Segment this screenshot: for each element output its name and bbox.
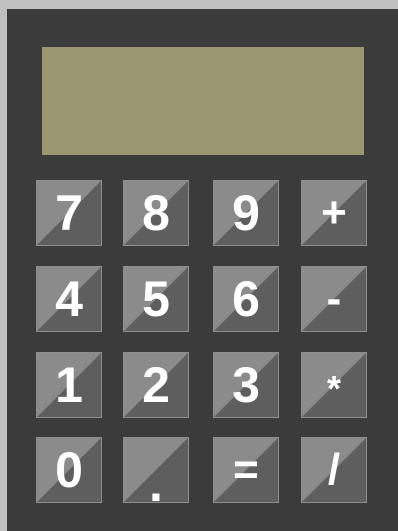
key-multiply-label: *: [326, 368, 341, 409]
key-8-label: 8: [142, 185, 170, 241]
key-decimal[interactable]: .: [123, 437, 189, 509]
key-plus[interactable]: +: [301, 180, 367, 246]
key-9[interactable]: 9: [213, 180, 279, 246]
key-2[interactable]: 2: [123, 352, 189, 418]
calculator-display: [42, 47, 364, 155]
key-9-label: 9: [232, 185, 260, 241]
key-2-label: 2: [142, 357, 170, 413]
key-5[interactable]: 5: [123, 266, 189, 332]
key-minus-label: -: [326, 274, 342, 323]
key-3[interactable]: 3: [213, 352, 279, 418]
key-divide-label: /: [327, 445, 341, 494]
key-minus[interactable]: -: [301, 266, 367, 332]
key-1-label: 1: [55, 357, 83, 413]
key-6[interactable]: 6: [213, 266, 279, 332]
key-plus-label: +: [321, 188, 347, 237]
key-equals-label: =: [233, 445, 259, 494]
key-0[interactable]: 0: [36, 437, 102, 503]
key-decimal-label: .: [149, 456, 163, 512]
key-4[interactable]: 4: [36, 266, 102, 332]
key-8[interactable]: 8: [123, 180, 189, 246]
key-7-label: 7: [55, 185, 83, 241]
key-0-label: 0: [55, 442, 83, 498]
key-equals[interactable]: =: [213, 437, 279, 503]
key-4-label: 4: [55, 271, 83, 327]
calculator-body: 7 8 9 + 4 5 6 - 1 2 3 * 0 . = /: [7, 9, 398, 531]
key-multiply[interactable]: *: [301, 352, 367, 418]
key-divide[interactable]: /: [301, 437, 367, 503]
key-6-label: 6: [232, 271, 260, 327]
key-7[interactable]: 7: [36, 180, 102, 246]
key-1[interactable]: 1: [36, 352, 102, 418]
key-5-label: 5: [142, 271, 170, 327]
key-3-label: 3: [232, 357, 260, 413]
